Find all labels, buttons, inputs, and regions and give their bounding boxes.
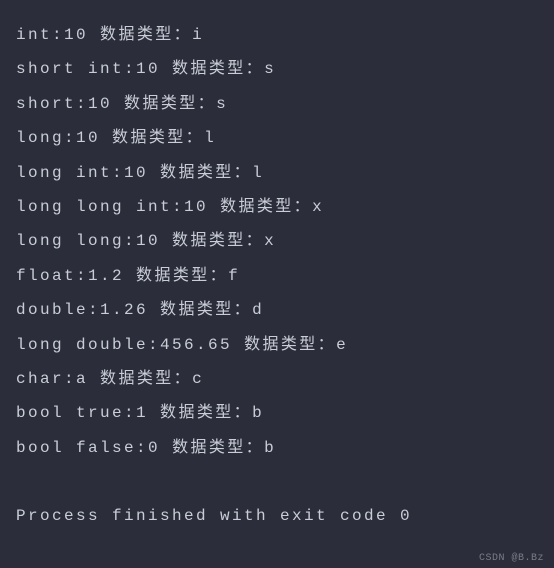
output-line: double:1.26 数据类型：d — [16, 293, 538, 327]
type-prefix: short int: — [16, 60, 136, 78]
type-prefix: bool true: — [16, 404, 136, 422]
output-line: long double:456.65 数据类型：e — [16, 328, 538, 362]
type-value: 10 — [76, 129, 100, 147]
output-line: short int:10 数据类型：s — [16, 52, 538, 86]
type-code: d — [252, 301, 264, 319]
type-value: 10 — [124, 164, 148, 182]
type-label: 数据类型： — [160, 301, 252, 319]
type-value: 10 — [88, 95, 112, 113]
output-line: bool false:0 数据类型：b — [16, 431, 538, 465]
type-value: 1.2 — [88, 267, 124, 285]
type-prefix: int: — [16, 26, 64, 44]
type-value: 10 — [184, 198, 208, 216]
console-output: int:10 数据类型：i short int:10 数据类型：s short:… — [16, 18, 538, 534]
output-line: bool true:1 数据类型：b — [16, 396, 538, 430]
output-line: long int:10 数据类型：l — [16, 156, 538, 190]
type-label: 数据类型： — [172, 232, 264, 250]
type-code: i — [192, 26, 204, 44]
output-line: float:1.2 数据类型：f — [16, 259, 538, 293]
type-label: 数据类型： — [100, 370, 192, 388]
type-code: c — [192, 370, 204, 388]
exit-message: Process finished with exit code 0 — [16, 499, 538, 533]
type-value: 0 — [148, 439, 160, 457]
type-code: e — [336, 336, 348, 354]
output-line: int:10 数据类型：i — [16, 18, 538, 52]
type-code: s — [264, 60, 276, 78]
output-line: char:a 数据类型：c — [16, 362, 538, 396]
type-prefix: short: — [16, 95, 88, 113]
type-code: x — [264, 232, 276, 250]
type-value: 1.26 — [100, 301, 148, 319]
type-code: f — [228, 267, 240, 285]
output-line: short:10 数据类型：s — [16, 87, 538, 121]
type-label: 数据类型： — [244, 336, 336, 354]
type-code: s — [216, 95, 228, 113]
type-code: l — [204, 129, 216, 147]
blank-line — [16, 465, 538, 499]
type-prefix: long double: — [16, 336, 160, 354]
type-code: l — [252, 164, 264, 182]
type-value: 10 — [136, 60, 160, 78]
type-value: 10 — [136, 232, 160, 250]
type-prefix: float: — [16, 267, 88, 285]
type-label: 数据类型： — [160, 404, 252, 422]
type-label: 数据类型： — [112, 129, 204, 147]
type-label: 数据类型： — [172, 439, 264, 457]
type-value: 10 — [64, 26, 88, 44]
type-value: 456.65 — [160, 336, 232, 354]
type-code: b — [264, 439, 276, 457]
type-label: 数据类型： — [124, 95, 216, 113]
type-prefix: char: — [16, 370, 76, 388]
output-line: long long int:10 数据类型：x — [16, 190, 538, 224]
type-prefix: double: — [16, 301, 100, 319]
type-value: 1 — [136, 404, 148, 422]
type-prefix: bool false: — [16, 439, 148, 457]
type-label: 数据类型： — [136, 267, 228, 285]
type-prefix: long: — [16, 129, 76, 147]
output-line: long:10 数据类型：l — [16, 121, 538, 155]
type-code: x — [312, 198, 324, 216]
watermark: CSDN @B.Bz — [479, 553, 544, 564]
type-prefix: long long int: — [16, 198, 184, 216]
type-label: 数据类型： — [220, 198, 312, 216]
type-label: 数据类型： — [100, 26, 192, 44]
type-code: b — [252, 404, 264, 422]
output-line: long long:10 数据类型：x — [16, 224, 538, 258]
type-label: 数据类型： — [160, 164, 252, 182]
type-prefix: long int: — [16, 164, 124, 182]
type-label: 数据类型： — [172, 60, 264, 78]
type-value: a — [76, 370, 88, 388]
type-prefix: long long: — [16, 232, 136, 250]
